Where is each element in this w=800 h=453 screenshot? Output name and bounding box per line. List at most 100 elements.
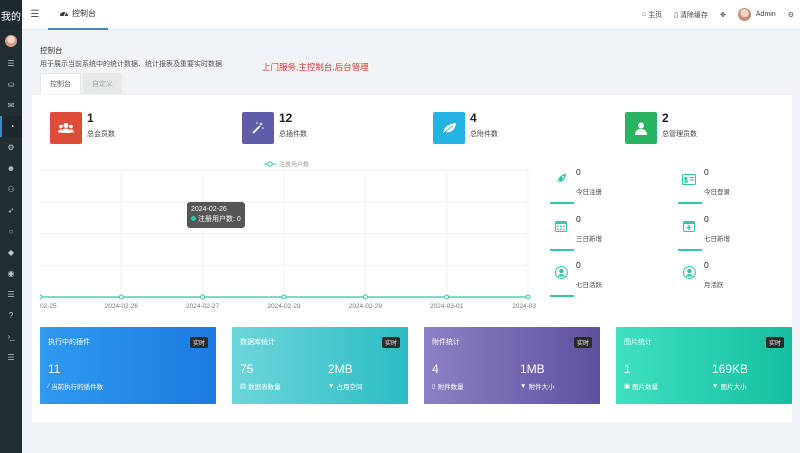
card-value: 11 [48, 362, 61, 376]
sidebar-item-list[interactable]: ☰ [0, 284, 22, 305]
card-database: 数据库统计 实时 75 2MB ▤ 数据表数量 ▼ 占用空间 [232, 327, 408, 404]
realtime-badge: 实时 [765, 337, 784, 348]
tooltip-text: 注册用户数: 0 [198, 216, 241, 223]
fullscreen-button[interactable]: ✥ [720, 11, 726, 19]
id-card-icon [682, 172, 696, 186]
leaf-icon [433, 112, 465, 144]
sitemap-icon: ⚇ [7, 185, 15, 194]
page-header: 控制台 用于展示当前系统中的统计数据、统计报表及重要实时数据 [40, 45, 222, 69]
sidebar-item-mail[interactable]: ✉ [0, 95, 22, 116]
sidebar-item-dashboard[interactable]: ◔ [0, 116, 22, 137]
chart-tooltip: 2024-02-26 注册用户数: 0 [187, 202, 245, 228]
mini-underline [550, 249, 574, 251]
card-label-2: ▼ 图片大小 [712, 381, 746, 392]
registration-chart: 02-25 2024-02-26 2024-02-27 2024-02-28 2024-… [37, 160, 536, 320]
mini-stat-today-login: 0 今日登录 [678, 164, 800, 204]
sidebar-item-settings[interactable]: ⚙ [0, 137, 22, 158]
users-icon: ☻ [6, 164, 16, 173]
app-logo[interactable]: 我的 [0, 0, 22, 30]
card-label: ▣ 图片数量 [624, 381, 658, 391]
mini-label: 三日新增 [576, 236, 602, 243]
card-title: 数据库统计 [240, 339, 275, 346]
data-point [525, 294, 531, 300]
sidebar-item-sitemap[interactable]: ⚇ [0, 179, 22, 200]
stat-plugins: 12 总插件数 [242, 112, 307, 144]
mini-label: 七日活跃 [576, 282, 602, 289]
mini-label: 七日新增 [704, 236, 730, 243]
mini-underline [550, 295, 574, 297]
page-title: 控制台 [40, 46, 63, 55]
circle-icon: ○ [8, 227, 14, 236]
page-description: 用于展示当前系统中的统计数据、统计报表及重要实时数据 [40, 61, 222, 68]
bars-icon: ☰ [7, 353, 15, 362]
header-actions: ⌂ 主页 ▯ 清除缓存 ✥ Admin ⚙ [642, 8, 800, 21]
user-circle-icon [682, 265, 696, 279]
x-tick-label: 2024-02-29 [349, 303, 383, 310]
card-label: ▯ 附件数量 [432, 381, 464, 391]
realtime-badge: 实时 [381, 337, 400, 348]
bag-icon: ⛀ [7, 80, 15, 89]
x-tick-label: 2024-02-27 [186, 303, 220, 310]
card-label: ▤ 数据表数量 [240, 381, 281, 391]
mini-stat-seven-day-active: 0 七日活跃 [550, 257, 672, 297]
mini-underline [678, 249, 702, 251]
subtab-custom[interactable]: 自定义 [83, 73, 122, 94]
tab-dashboard[interactable]: 控制台 [48, 0, 108, 30]
bars-icon: ☰ [30, 9, 40, 20]
settings-button[interactable]: ⚙ [788, 11, 794, 19]
envelope-icon: ✉ [7, 101, 15, 110]
sidebar-item-menu[interactable]: ☰ [0, 53, 22, 74]
card-value: 4 [432, 362, 439, 376]
rocket-icon: ➶ [7, 206, 15, 215]
rocket-icon [554, 172, 568, 186]
x-tick-label: 02-25 [40, 303, 57, 310]
subtab-dashboard[interactable]: 控制台 [40, 73, 81, 94]
stat-attachments: 4 总附件数 [433, 112, 498, 144]
tooltip-date: 2024-02-26 [191, 206, 227, 213]
sidebar-item-tag[interactable]: ◆ [0, 242, 22, 263]
user-menu[interactable]: Admin [737, 8, 776, 21]
sidebar-item-circle[interactable]: ○ [0, 221, 22, 242]
sidebar-item-more[interactable]: ☰ [0, 347, 22, 368]
trash-icon: ▯ [674, 11, 678, 19]
card-label-2: ▼ 占用空间 [328, 381, 362, 392]
mini-value: 0 [704, 167, 709, 177]
user-icon [625, 112, 657, 144]
tab-label: 控制台 [72, 9, 96, 18]
sidebar-item-account[interactable]: ◉ [0, 263, 22, 284]
stat-value: 2 [662, 111, 669, 125]
card-value-2: 1MB [520, 362, 545, 376]
card-label-text: 数据表数量 [248, 384, 281, 391]
sidebar-avatar[interactable] [5, 35, 17, 47]
mini-label: 今日登录 [704, 189, 730, 196]
sidebar-item-help[interactable]: ? [0, 305, 22, 326]
stat-members: 1 总会员数 [50, 112, 115, 144]
table-icon: ▤ [240, 383, 247, 390]
card-label-2: ▼ 附件大小 [520, 381, 554, 392]
home-label: 主页 [648, 11, 663, 19]
sidebar-item-rocket[interactable]: ➶ [0, 200, 22, 221]
stat-label: 总附件数 [470, 131, 498, 138]
user-circle-icon: ◉ [7, 269, 15, 278]
stat-label: 总管理员数 [662, 131, 697, 138]
card-title: 图片统计 [624, 339, 652, 346]
x-tick-label: 2024-03 [512, 303, 536, 310]
card-value: 75 [240, 362, 254, 376]
card-title: 执行中的插件 [48, 339, 90, 346]
calendar-plus-icon [682, 219, 696, 233]
data-point [444, 294, 450, 300]
sidebar-item-terminal[interactable]: ›_ [0, 326, 22, 347]
tag-icon: ◆ [7, 248, 15, 257]
terminal-icon: ›_ [7, 332, 15, 341]
sidebar-toggle-button[interactable]: ☰ [22, 9, 48, 20]
filter-icon: ▼ [712, 382, 719, 390]
clear-cache-button[interactable]: ▯ 清除缓存 [674, 10, 708, 20]
sidebar-item-users[interactable]: ☻ [0, 158, 22, 179]
x-tick-label: 2024-03-01 [430, 303, 464, 310]
sidebar-item-general[interactable]: ⛀ [0, 74, 22, 95]
realtime-badge: 实时 [189, 337, 208, 348]
card-label-text: 当前执行的插件数 [51, 384, 104, 391]
home-link[interactable]: ⌂ 主页 [642, 10, 662, 20]
user-circle-icon [554, 265, 568, 279]
stat-value: 12 [279, 111, 293, 125]
